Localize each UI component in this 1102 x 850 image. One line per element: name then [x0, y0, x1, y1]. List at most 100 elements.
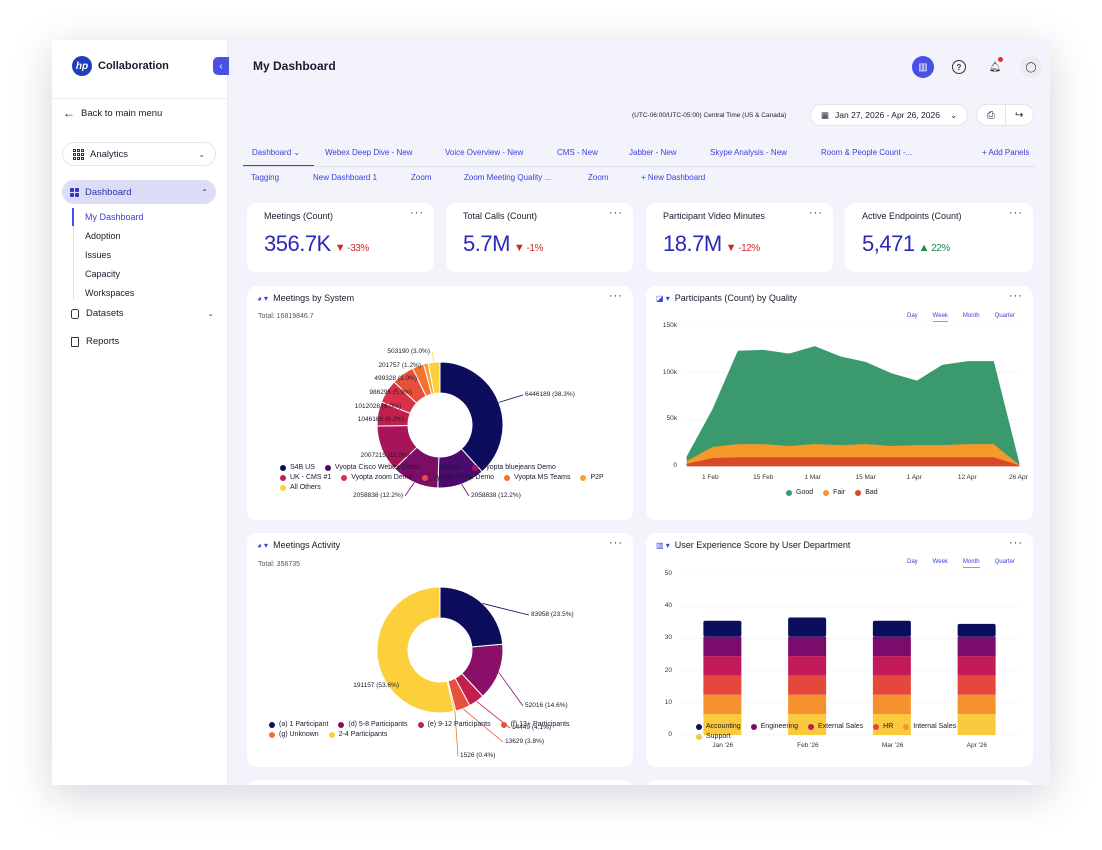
export-actions: ⎙ ↪	[976, 104, 1034, 126]
tab-webex-deep-dive[interactable]: Webex Deep Dive - New	[325, 148, 412, 157]
slice-label: 201757 (1.2%)	[378, 362, 421, 369]
panel-partial-right	[646, 780, 1033, 785]
legend-label: Internal Sales	[913, 723, 957, 730]
panel-meetings-activity: ◕ ▾ Meetings Activity ··· Total: 356735 8…	[247, 533, 633, 767]
share-button[interactable]: ↪	[1004, 105, 1034, 125]
sidebar-item-datasets[interactable]: Datasets ⌄	[71, 308, 214, 319]
header-actions: ▥ ? 🔔︎ ◯	[912, 56, 1042, 78]
kpi-value-row: 18.7M ▼ -12%	[663, 231, 760, 257]
app-window: hp Collaboration ‹ ← Back to main menu A…	[52, 40, 1050, 785]
tab-new-dashboard-1[interactable]: New Dashboard 1	[313, 173, 377, 182]
legend-label: Bad	[865, 489, 878, 496]
sidebar-item-issues[interactable]: Issues	[85, 248, 144, 267]
dashboard-submenu: My Dashboard Adoption Issues Capacity Wo…	[85, 210, 144, 305]
legend-label: Good	[796, 489, 814, 496]
x-tick-label: Jan '26	[712, 742, 734, 749]
y-tick-label: 50k	[666, 415, 677, 423]
library-button[interactable]: ▥	[912, 56, 934, 78]
tab-label: Dashboard	[252, 148, 292, 157]
tab-zoom-meeting-quality[interactable]: Zoom Meeting Quality ...	[464, 173, 551, 182]
camera-button[interactable]: ⎙	[977, 105, 1005, 125]
legend-swatch	[823, 489, 830, 496]
legend-item: Support	[696, 733, 731, 740]
collapse-sidebar-button[interactable]: ‹	[213, 57, 229, 75]
legend-swatch	[269, 721, 275, 728]
kpi-card-meetings[interactable]: Meetings (Count) ··· 356.7K ▼ -33%	[247, 203, 434, 272]
legend-label: Vyopta Cisco Webex Demo	[334, 464, 421, 471]
kpi-value-row: 5,471 ▲ 22%	[862, 231, 950, 257]
legend-label: (f) 13+ Participants	[510, 721, 570, 728]
legend-item: Good	[786, 489, 813, 496]
legend-label: (d) 5-8 Participants	[348, 721, 408, 728]
legend-label: UK - CMS #1	[290, 474, 332, 481]
bar-segment	[957, 636, 996, 657]
legend-swatch	[430, 464, 437, 471]
legend-swatch	[500, 721, 507, 728]
sidebar-item-capacity[interactable]: Capacity	[85, 267, 144, 286]
area-series-bad	[686, 457, 1020, 467]
date-range-picker[interactable]: ▦ Jan 27, 2026 - Apr 26, 2026 ⌄	[810, 104, 968, 126]
slice-label: 1012028 (6.0%)	[354, 403, 401, 410]
legend-item: (a) 1 Participant	[269, 721, 328, 728]
sidebar-item-my-dashboard[interactable]: My Dashboard	[85, 210, 144, 229]
kpi-card-active-endpoints[interactable]: Active Endpoints (Count) ··· 5,471 ▲ 22%	[845, 203, 1033, 272]
tab-zoom-2[interactable]: Zoom	[588, 173, 608, 182]
legend-label: External Sales	[818, 723, 864, 730]
user-avatar[interactable]: ◯	[1020, 56, 1042, 78]
chevron-up-icon: ⌃	[201, 187, 208, 197]
notifications-button[interactable]: 🔔︎	[984, 56, 1006, 78]
x-tick-label: 15 Mar	[855, 474, 876, 481]
grid-icon	[73, 148, 84, 160]
help-button[interactable]: ?	[948, 56, 970, 78]
more-options-icon[interactable]: ···	[410, 207, 424, 219]
y-tick-label: 100k	[662, 368, 677, 376]
more-options-icon[interactable]: ···	[809, 207, 823, 219]
tab-tagging[interactable]: Tagging	[251, 173, 279, 182]
x-tick-label: Mar '26	[881, 742, 904, 749]
legend-swatch	[280, 484, 286, 491]
legend-label: Vyopta Pexip Demo	[432, 474, 495, 481]
tab-cms[interactable]: CMS - New	[557, 148, 598, 157]
bar-segment	[872, 636, 911, 657]
legend-item: UK - CMS #1	[280, 474, 331, 481]
add-panels-button[interactable]: + Add Panels	[982, 148, 1029, 157]
bar-segment	[872, 656, 911, 676]
submenu-active-indicator	[72, 208, 74, 226]
bar-segment	[957, 694, 996, 715]
x-tick-label: 1 Feb	[702, 474, 719, 481]
legend-label: Vyopta MS Teams	[514, 474, 571, 481]
tab-zoom[interactable]: Zoom	[411, 173, 431, 182]
sidebar-item-dashboard[interactable]: Dashboard ⌃	[62, 180, 216, 204]
arrow-left-icon: ←	[63, 106, 75, 120]
new-dashboard-button[interactable]: + New Dashboard	[641, 173, 705, 182]
bar-segment	[788, 617, 827, 637]
more-options-icon[interactable]: ···	[609, 207, 623, 219]
back-to-main-menu-link[interactable]: ← Back to main menu	[63, 106, 162, 120]
tab-voice-overview[interactable]: Voice Overview - New	[445, 148, 523, 157]
legend-item: External Sales	[808, 723, 863, 730]
sidebar-item-label: Dashboard	[85, 186, 132, 198]
kpi-card-video-minutes[interactable]: Participant Video Minutes ··· 18.7M ▼ -12…	[646, 203, 833, 272]
analytics-dropdown[interactable]: Analytics ⌄	[62, 142, 216, 166]
tab-dashboard[interactable]: Dashboard ⌄	[252, 148, 300, 157]
legend-item: Vyopta zoom Demo	[341, 474, 412, 481]
tab-skype-analysis[interactable]: Skype Analysis - New	[710, 148, 787, 157]
report-icon	[71, 336, 79, 347]
more-options-icon[interactable]: ···	[1009, 207, 1023, 219]
legend-label: Vyopta zoom Demo	[351, 474, 413, 481]
legend-item: 2-4 Participants	[328, 731, 387, 738]
legend-label: (g) Unknown	[279, 731, 319, 738]
y-tick-label: 0	[673, 462, 677, 469]
legend-swatch	[269, 731, 275, 738]
date-range-value: Jan 27, 2026 - Apr 26, 2026	[835, 110, 940, 120]
legend-swatch	[855, 489, 862, 496]
tab-jabber[interactable]: Jabber - New	[629, 148, 677, 157]
chevron-left-icon: ‹	[219, 60, 223, 72]
kpi-card-total-calls[interactable]: Total Calls (Count) ··· 5.7M ▼ -1%	[446, 203, 633, 272]
sidebar-item-adoption[interactable]: Adoption	[85, 229, 144, 248]
sidebar-item-workspaces[interactable]: Workspaces	[85, 286, 144, 305]
legend-swatch	[696, 733, 702, 740]
tab-room-people-count[interactable]: Room & People Count -...	[821, 148, 912, 157]
user-icon: ◯	[1025, 61, 1037, 73]
sidebar-item-reports[interactable]: Reports	[71, 336, 214, 347]
